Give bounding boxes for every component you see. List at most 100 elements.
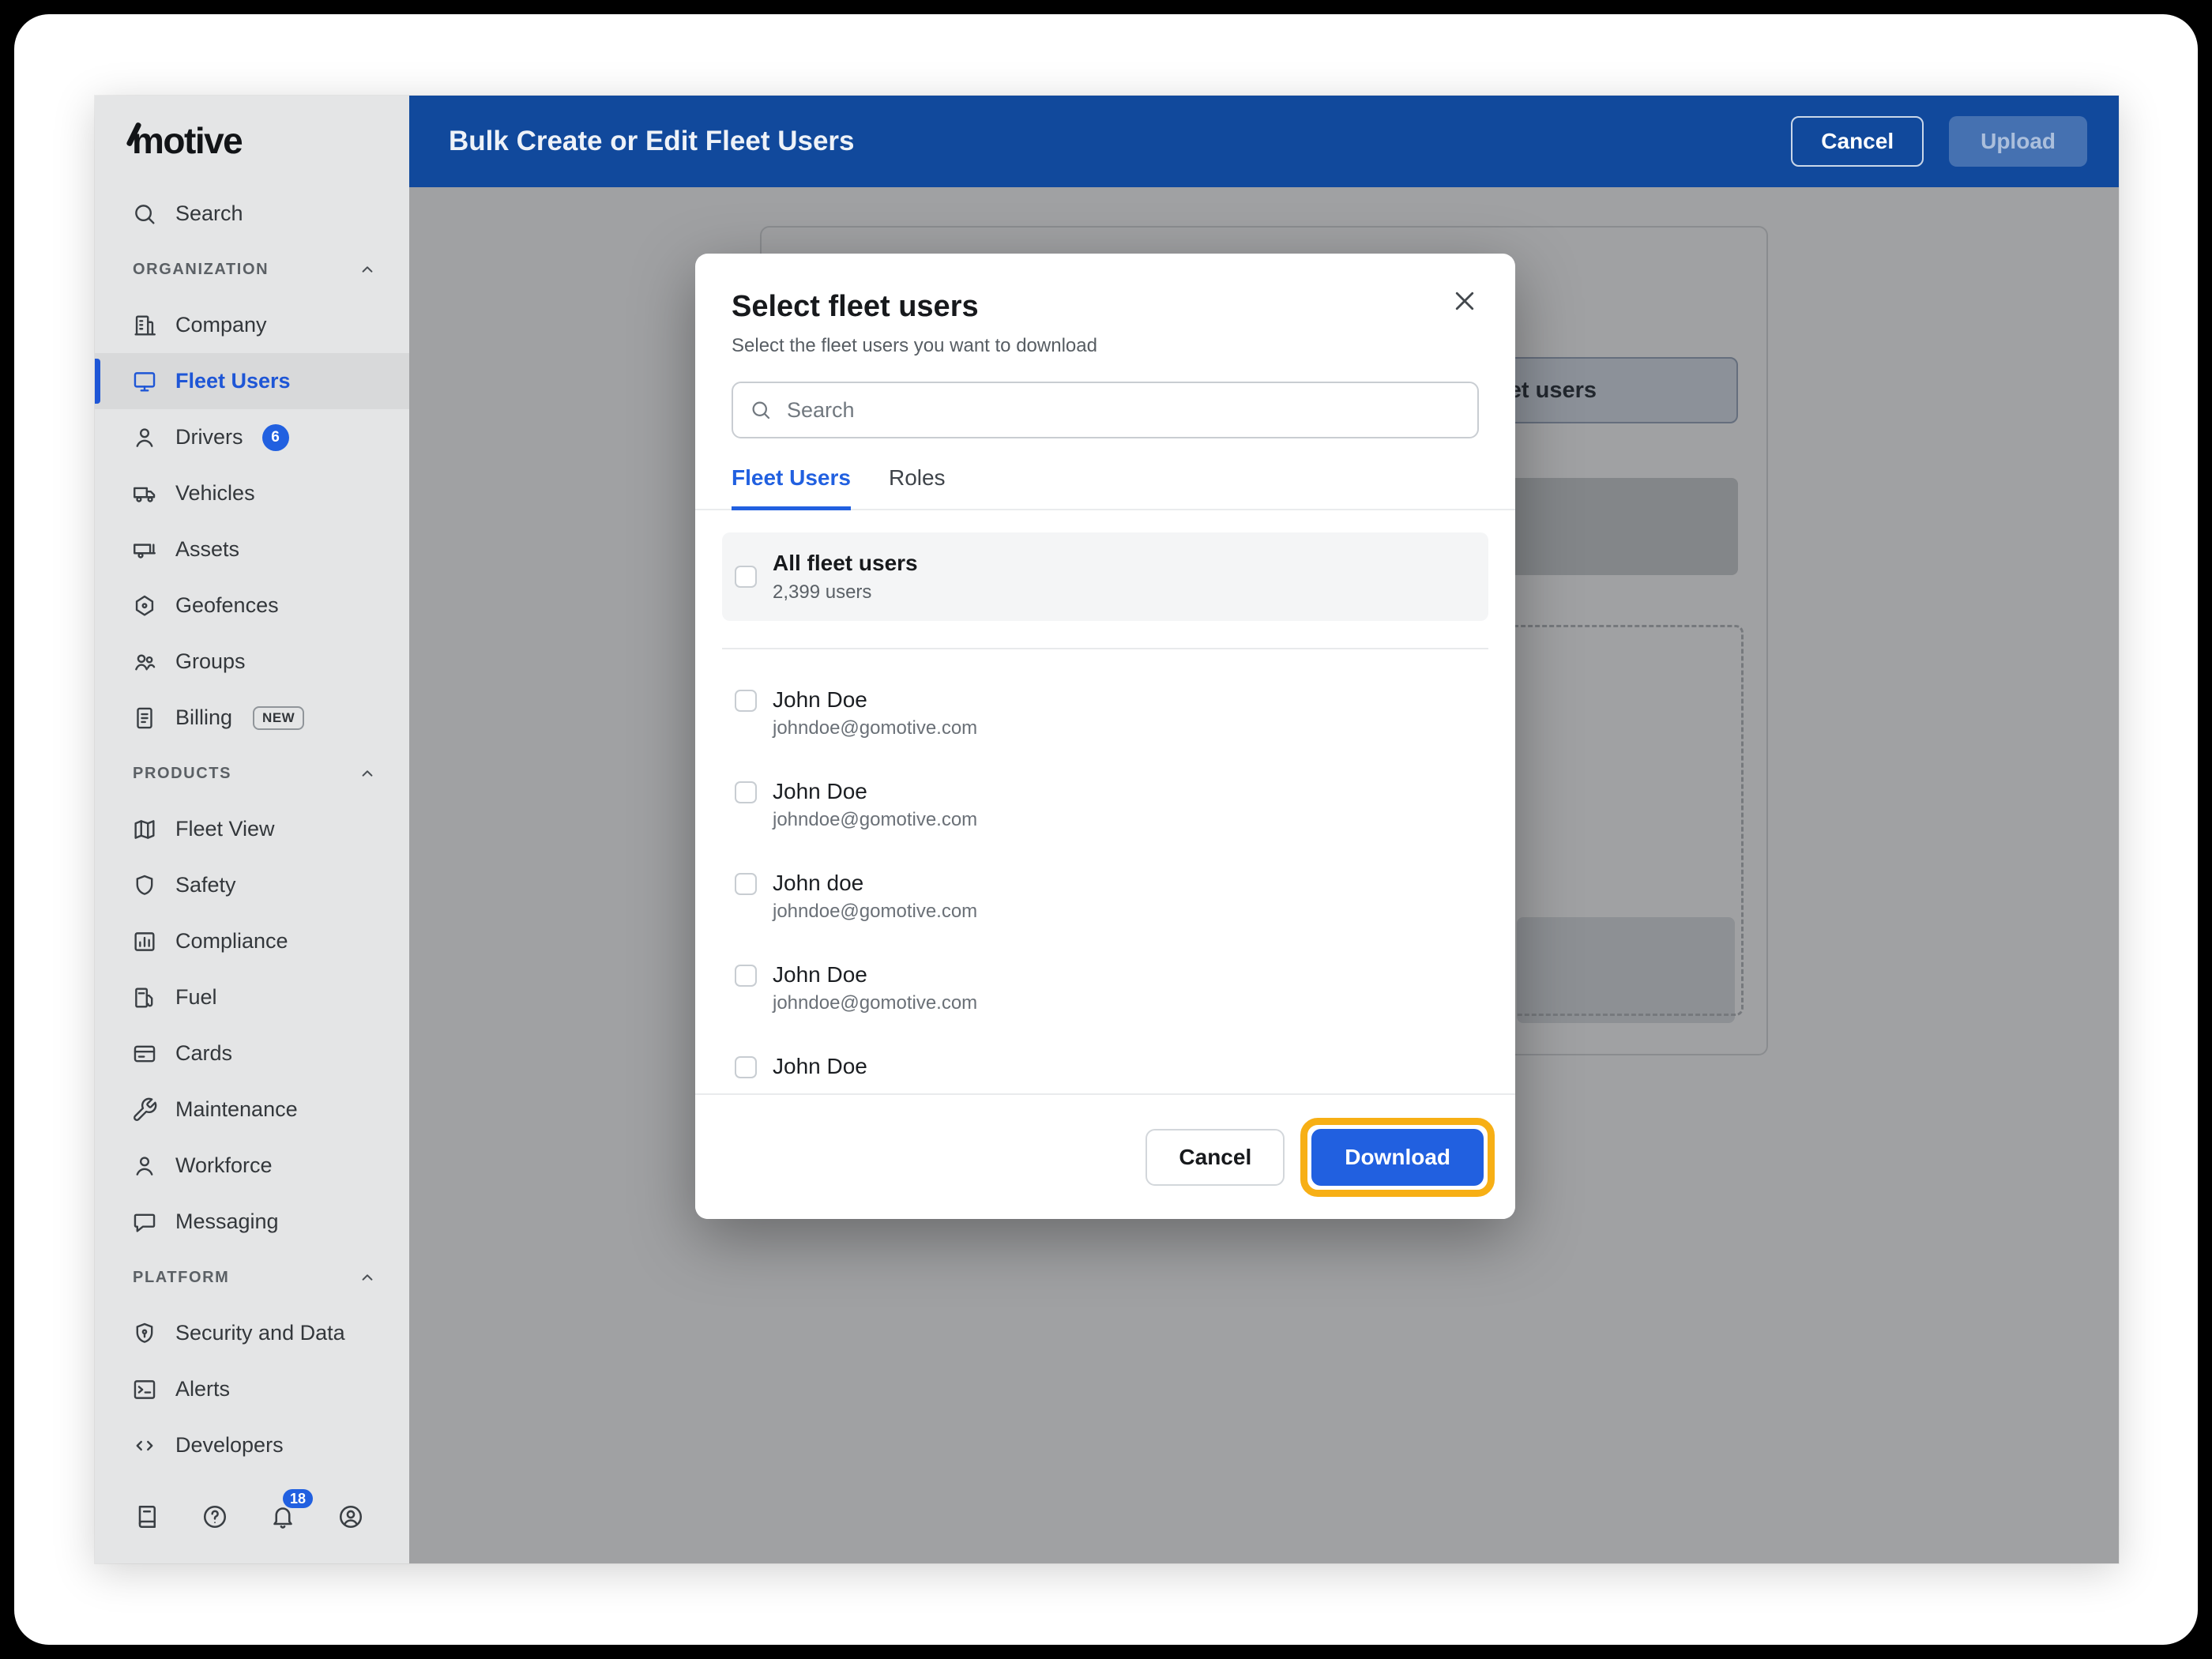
user-name: John Doe	[773, 777, 977, 806]
dialog-header: Select fleet users Select the fleet user…	[695, 254, 1515, 358]
people-icon	[131, 649, 158, 675]
credit-card-icon	[131, 1040, 158, 1067]
sidebar-item-maintenance[interactable]: Maintenance	[95, 1082, 409, 1138]
sidebar-item-cards[interactable]: Cards	[95, 1025, 409, 1082]
tab-fleet-users[interactable]: Fleet Users	[732, 465, 851, 510]
sidebar-item-compliance[interactable]: Compliance	[95, 913, 409, 969]
chevron-up-icon	[357, 259, 378, 280]
fuel-pump-icon	[131, 984, 158, 1011]
map-icon	[131, 816, 158, 843]
sidebar-item-vehicles[interactable]: Vehicles	[95, 465, 409, 521]
checkbox[interactable]	[735, 566, 757, 588]
section-organization-header[interactable]: ORGANIZATION	[95, 242, 409, 297]
console-icon	[131, 1376, 158, 1403]
new-badge: NEW	[253, 706, 304, 730]
screen-canvas: motive Search ORGANIZATION Company Fleet	[14, 14, 2198, 1645]
checkbox[interactable]	[735, 1056, 757, 1078]
dialog-footer: Cancel Download	[695, 1093, 1515, 1219]
sidebar-item-messaging[interactable]: Messaging	[95, 1194, 409, 1250]
motive-logo[interactable]: motive	[131, 119, 242, 162]
bell-icon[interactable]: 18	[269, 1503, 297, 1531]
logbook-icon[interactable]	[133, 1503, 161, 1531]
dialog-tabs: Fleet Users Roles	[695, 465, 1515, 510]
dialog-cancel-button[interactable]: Cancel	[1146, 1129, 1285, 1186]
chat-icon	[131, 1209, 158, 1236]
sidebar-search-label: Search	[175, 201, 243, 226]
section-products-header[interactable]: PRODUCTS	[95, 746, 409, 801]
sidebar-item-fleet-view[interactable]: Fleet View	[95, 801, 409, 857]
sidebar-item-assets[interactable]: Assets	[95, 521, 409, 577]
header-upload-button[interactable]: Upload	[1949, 116, 2087, 167]
checkbox[interactable]	[735, 965, 757, 987]
user-name: John doe	[773, 869, 977, 897]
code-icon	[131, 1432, 158, 1459]
geofence-icon	[131, 592, 158, 619]
chevron-up-icon	[357, 763, 378, 784]
drivers-count-badge: 6	[262, 424, 289, 451]
sidebar-item-company[interactable]: Company	[95, 297, 409, 353]
select-fleet-users-dialog: Select fleet users Select the fleet user…	[695, 254, 1515, 1219]
sidebar-item-safety[interactable]: Safety	[95, 857, 409, 913]
app-window: motive Search ORGANIZATION Company Fleet	[95, 96, 2119, 1563]
sidebar-item-fuel[interactable]: Fuel	[95, 969, 409, 1025]
billing-icon	[131, 705, 158, 732]
building-icon	[131, 312, 158, 339]
fleet-users-list: All fleet users 2,399 users John Doe joh…	[695, 510, 1515, 1093]
section-platform-header[interactable]: PLATFORM	[95, 1250, 409, 1305]
search-input[interactable]	[785, 397, 1462, 423]
download-button[interactable]: Download	[1311, 1129, 1484, 1186]
sidebar-item-groups[interactable]: Groups	[95, 634, 409, 690]
fleet-user-row[interactable]: John Doe johndoe@gomotive.com	[722, 777, 1488, 869]
user-email: johndoe@gomotive.com	[773, 899, 977, 924]
sidebar-item-alerts[interactable]: Alerts	[95, 1361, 409, 1417]
chart-board-icon	[131, 928, 158, 955]
user-email: johndoe@gomotive.com	[773, 991, 977, 1016]
sidebar-item-workforce[interactable]: Workforce	[95, 1138, 409, 1194]
sidebar-item-fleet-users[interactable]: Fleet Users	[95, 353, 409, 409]
sidebar-item-drivers[interactable]: Drivers 6	[95, 409, 409, 465]
dialog-subtitle: Select the fleet users you want to downl…	[732, 334, 1479, 358]
sidebar-item-geofences[interactable]: Geofences	[95, 577, 409, 634]
page-title: Bulk Create or Edit Fleet Users	[449, 126, 1791, 157]
user-name: John Doe	[773, 961, 977, 989]
sidebar: motive Search ORGANIZATION Company Fleet	[95, 96, 409, 1563]
sidebar-footer: 18	[95, 1475, 409, 1563]
monitor-icon	[131, 368, 158, 395]
fleet-user-row[interactable]: John Doe johndoe@gomotive.com	[722, 961, 1488, 1052]
dialog-title: Select fleet users	[732, 288, 1479, 325]
user-name: John Doe	[773, 1052, 867, 1081]
wrench-icon	[131, 1097, 158, 1123]
help-icon[interactable]	[201, 1503, 229, 1531]
user-name: John Doe	[773, 686, 977, 714]
checkbox[interactable]	[735, 781, 757, 803]
dialog-search-box[interactable]	[732, 382, 1479, 438]
chevron-up-icon	[357, 1267, 378, 1288]
truck-icon	[131, 480, 158, 507]
sidebar-item-security-and-data[interactable]: Security and Data	[95, 1305, 409, 1361]
sidebar-item-billing[interactable]: Billing NEW	[95, 690, 409, 746]
fleet-user-row-partial[interactable]: John Doe	[722, 1052, 1488, 1093]
fleet-user-row[interactable]: John Doe johndoe@gomotive.com	[722, 686, 1488, 777]
person-icon	[131, 424, 158, 451]
account-icon[interactable]	[337, 1503, 365, 1531]
close-icon[interactable]	[1450, 287, 1479, 315]
tab-roles[interactable]: Roles	[889, 465, 946, 510]
search-icon	[131, 201, 158, 228]
shield-icon	[131, 872, 158, 899]
sidebar-item-developers[interactable]: Developers	[95, 1417, 409, 1473]
fleet-user-row[interactable]: John doe johndoe@gomotive.com	[722, 869, 1488, 961]
header-cancel-button[interactable]: Cancel	[1791, 116, 1924, 167]
checkbox[interactable]	[735, 690, 757, 712]
security-shield-icon	[131, 1320, 158, 1347]
user-rows: John Doe johndoe@gomotive.com John Doe j…	[695, 686, 1515, 1093]
checkbox[interactable]	[735, 873, 757, 895]
all-fleet-users-row[interactable]: All fleet users 2,399 users	[722, 532, 1488, 621]
all-fleet-users-label: All fleet users	[773, 550, 918, 577]
notification-count-badge: 18	[283, 1489, 313, 1508]
focus-ring: Download	[1300, 1118, 1495, 1197]
page-header: Bulk Create or Edit Fleet Users Cancel U…	[409, 96, 2119, 187]
user-email: johndoe@gomotive.com	[773, 716, 977, 741]
user-email: johndoe@gomotive.com	[773, 807, 977, 833]
sidebar-nav: Search ORGANIZATION Company Fleet Users	[95, 186, 409, 1475]
sidebar-search[interactable]: Search	[95, 186, 409, 242]
